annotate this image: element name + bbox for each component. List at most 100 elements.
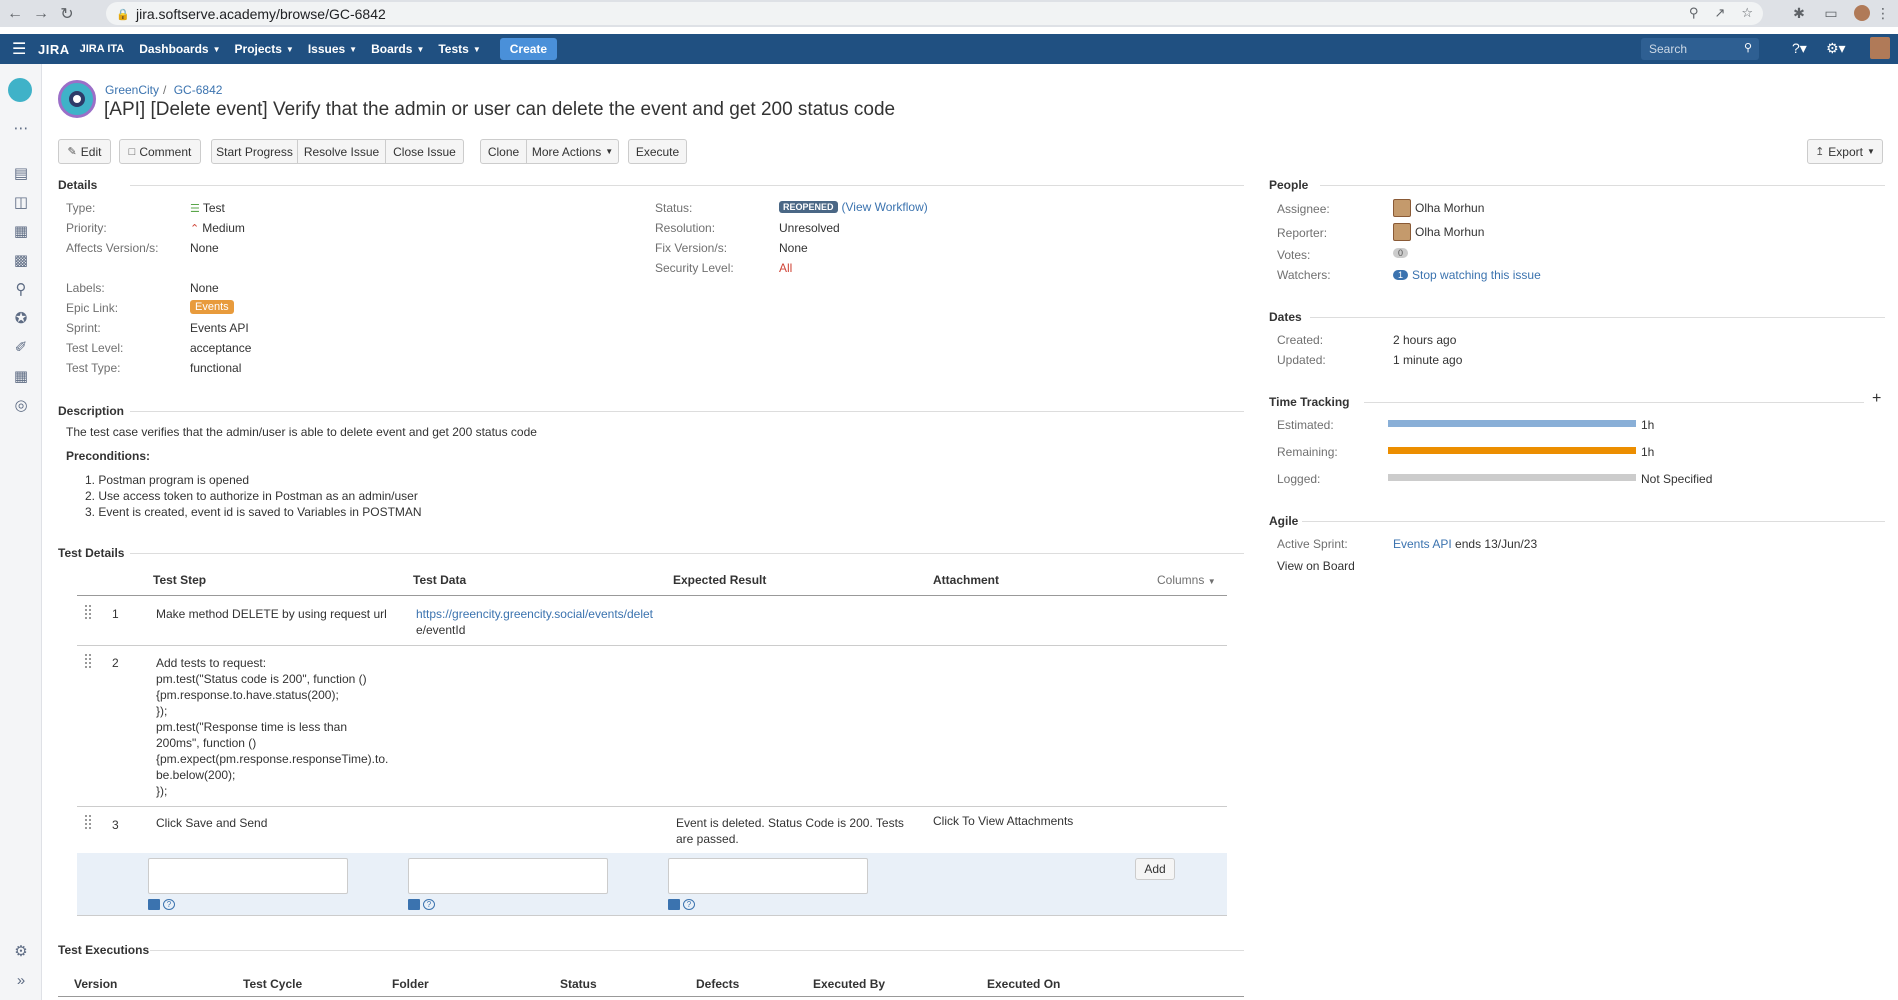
security-level-value: All bbox=[779, 261, 793, 275]
zoom-icon[interactable]: ⚲ bbox=[1689, 5, 1699, 21]
logged-value: Not Specified bbox=[1641, 472, 1713, 486]
test-details-divider bbox=[130, 553, 1244, 554]
grid-icon[interactable]: ▦ bbox=[11, 366, 31, 386]
resolve-issue-button[interactable]: Resolve Issue bbox=[297, 139, 386, 164]
close-issue-button[interactable]: Close Issue bbox=[385, 139, 464, 164]
start-progress-button[interactable]: Start Progress bbox=[211, 139, 298, 164]
epic-link-value[interactable]: Events bbox=[190, 300, 234, 314]
add-step-button[interactable]: Add bbox=[1135, 858, 1175, 880]
backlog-icon[interactable]: ▤ bbox=[11, 163, 31, 183]
new-expected-input[interactable] bbox=[668, 858, 868, 894]
star-icon[interactable]: ☆ bbox=[1741, 5, 1753, 21]
gear-icon[interactable]: ⚙▾ bbox=[1826, 40, 1846, 57]
logo-text: JIRA bbox=[38, 41, 70, 57]
epic-link-label: Epic Link: bbox=[66, 301, 119, 315]
view-on-board-link[interactable]: View on Board bbox=[1277, 559, 1355, 573]
watchers-value: 1 Stop watching this issue bbox=[1393, 268, 1541, 282]
breadcrumb: GreenCity / GC-6842 bbox=[105, 83, 223, 97]
breadcrumb-issue-key[interactable]: GC-6842 bbox=[174, 83, 223, 97]
clone-button[interactable]: Clone bbox=[480, 139, 527, 164]
comment-button[interactable]: □ Comment bbox=[119, 139, 201, 164]
settings-circle-icon[interactable]: ◎ bbox=[11, 395, 31, 415]
step-number: 1 bbox=[112, 607, 119, 621]
reporter-value[interactable]: Olha Morhun bbox=[1393, 223, 1484, 241]
nav-tests[interactable]: Tests ▼ bbox=[438, 42, 480, 56]
help-icon[interactable]: ? bbox=[683, 899, 695, 910]
assignee-avatar bbox=[1393, 199, 1411, 217]
edit-button[interactable]: ✎ Edit bbox=[58, 139, 111, 164]
estimated-value: 1h bbox=[1641, 418, 1655, 432]
reports-icon[interactable]: ▩ bbox=[11, 250, 31, 270]
created-label: Created: bbox=[1277, 333, 1324, 347]
releases-icon[interactable]: ▦ bbox=[11, 221, 31, 241]
security-level-label: Security Level: bbox=[655, 261, 734, 275]
drag-handle[interactable] bbox=[85, 815, 91, 829]
export-button[interactable]: ↥ Export ▼ bbox=[1807, 139, 1883, 164]
forward-icon[interactable]: → bbox=[30, 3, 52, 25]
tests-icon[interactable]: ✐ bbox=[11, 337, 31, 357]
components-icon[interactable]: ✪ bbox=[11, 308, 31, 328]
expand-sidebar-icon[interactable]: » bbox=[11, 970, 31, 990]
view-attachments-link[interactable]: Click To View Attachments bbox=[933, 813, 1073, 829]
project-avatar-icon[interactable] bbox=[8, 78, 32, 102]
drag-handle[interactable] bbox=[85, 654, 91, 668]
breadcrumb-project[interactable]: GreenCity bbox=[105, 83, 159, 97]
logged-label: Logged: bbox=[1277, 472, 1321, 486]
new-step-input[interactable] bbox=[148, 858, 348, 894]
assignee-label: Assignee: bbox=[1277, 202, 1330, 216]
time-tracking-heading: Time Tracking bbox=[1269, 395, 1350, 409]
drag-handle[interactable] bbox=[85, 605, 91, 619]
attach-icon[interactable] bbox=[408, 899, 420, 910]
lock-icon: 🔒 bbox=[116, 8, 130, 21]
nav-dashboards[interactable]: Dashboards ▼ bbox=[139, 42, 220, 56]
test-type-value: functional bbox=[190, 361, 242, 375]
back-icon[interactable]: ← bbox=[4, 3, 26, 25]
browser-menu-icon[interactable]: ⋮ bbox=[1872, 2, 1894, 24]
columns-button[interactable]: Columns ▼ bbox=[1157, 573, 1216, 587]
profile-avatar[interactable] bbox=[1851, 2, 1873, 24]
project-settings-icon[interactable]: ⚙ bbox=[11, 941, 31, 961]
execute-button[interactable]: Execute bbox=[628, 139, 687, 164]
executions-header-divider bbox=[58, 996, 1244, 997]
sprint-link[interactable]: Events API bbox=[1393, 537, 1452, 551]
test-data-link[interactable]: https://greencity.greencity.social/event… bbox=[416, 606, 653, 638]
more-icon[interactable]: ⋯ bbox=[11, 118, 31, 138]
new-data-input[interactable] bbox=[408, 858, 608, 894]
share-icon[interactable]: ↗ bbox=[1714, 5, 1725, 21]
col-version: Version bbox=[74, 977, 118, 991]
app-switcher-icon[interactable]: ☰ bbox=[12, 39, 28, 59]
col-test-step: Test Step bbox=[153, 573, 207, 587]
add-time-icon[interactable]: + bbox=[1872, 390, 1881, 408]
help-icon[interactable]: ? bbox=[423, 899, 435, 910]
search-input[interactable]: Search ⚲ bbox=[1641, 38, 1759, 60]
attach-icon[interactable] bbox=[668, 899, 680, 910]
nav-boards[interactable]: Boards ▼ bbox=[371, 42, 424, 56]
view-workflow-link[interactable]: (View Workflow) bbox=[842, 200, 928, 214]
reload-icon[interactable]: ↻ bbox=[56, 3, 78, 25]
project-avatar[interactable] bbox=[58, 80, 96, 118]
assignee-value[interactable]: Olha Morhun bbox=[1393, 199, 1484, 217]
nav-projects[interactable]: Projects ▼ bbox=[235, 42, 294, 56]
attach-icon[interactable] bbox=[148, 899, 160, 910]
help-icon[interactable]: ? bbox=[163, 899, 175, 910]
stop-watching-link[interactable]: Stop watching this issue bbox=[1412, 268, 1541, 282]
epic-lozenge[interactable]: Events bbox=[190, 300, 234, 314]
create-button[interactable]: Create bbox=[499, 38, 558, 60]
board-icon[interactable]: ◫ bbox=[11, 192, 31, 212]
more-actions-button[interactable]: More Actions ▼ bbox=[526, 139, 619, 164]
address-bar[interactable]: 🔒 jira.softserve.academy/browse/GC-6842 … bbox=[106, 2, 1763, 25]
issues-search-icon[interactable]: ⚲ bbox=[11, 279, 31, 299]
watchers-count[interactable]: 1 bbox=[1393, 270, 1409, 280]
test-level-value: acceptance bbox=[190, 341, 252, 355]
sidepanel-icon[interactable]: ▭ bbox=[1820, 2, 1842, 24]
help-icon[interactable]: ?▾ bbox=[1792, 40, 1807, 57]
test-level-label: Test Level: bbox=[66, 341, 124, 355]
jira-logo[interactable]: JIRA JIRA ITA bbox=[38, 42, 124, 57]
active-sprint-value: Events API ends 13/Jun/23 bbox=[1393, 537, 1538, 551]
votes-value[interactable]: 0 bbox=[1393, 248, 1412, 258]
nav-issues[interactable]: Issues ▼ bbox=[308, 42, 357, 56]
extensions-icon[interactable]: ✱ bbox=[1788, 2, 1810, 24]
estimated-label: Estimated: bbox=[1277, 418, 1334, 432]
type-value: ☰ Test bbox=[190, 201, 225, 215]
user-avatar[interactable] bbox=[1870, 37, 1890, 62]
